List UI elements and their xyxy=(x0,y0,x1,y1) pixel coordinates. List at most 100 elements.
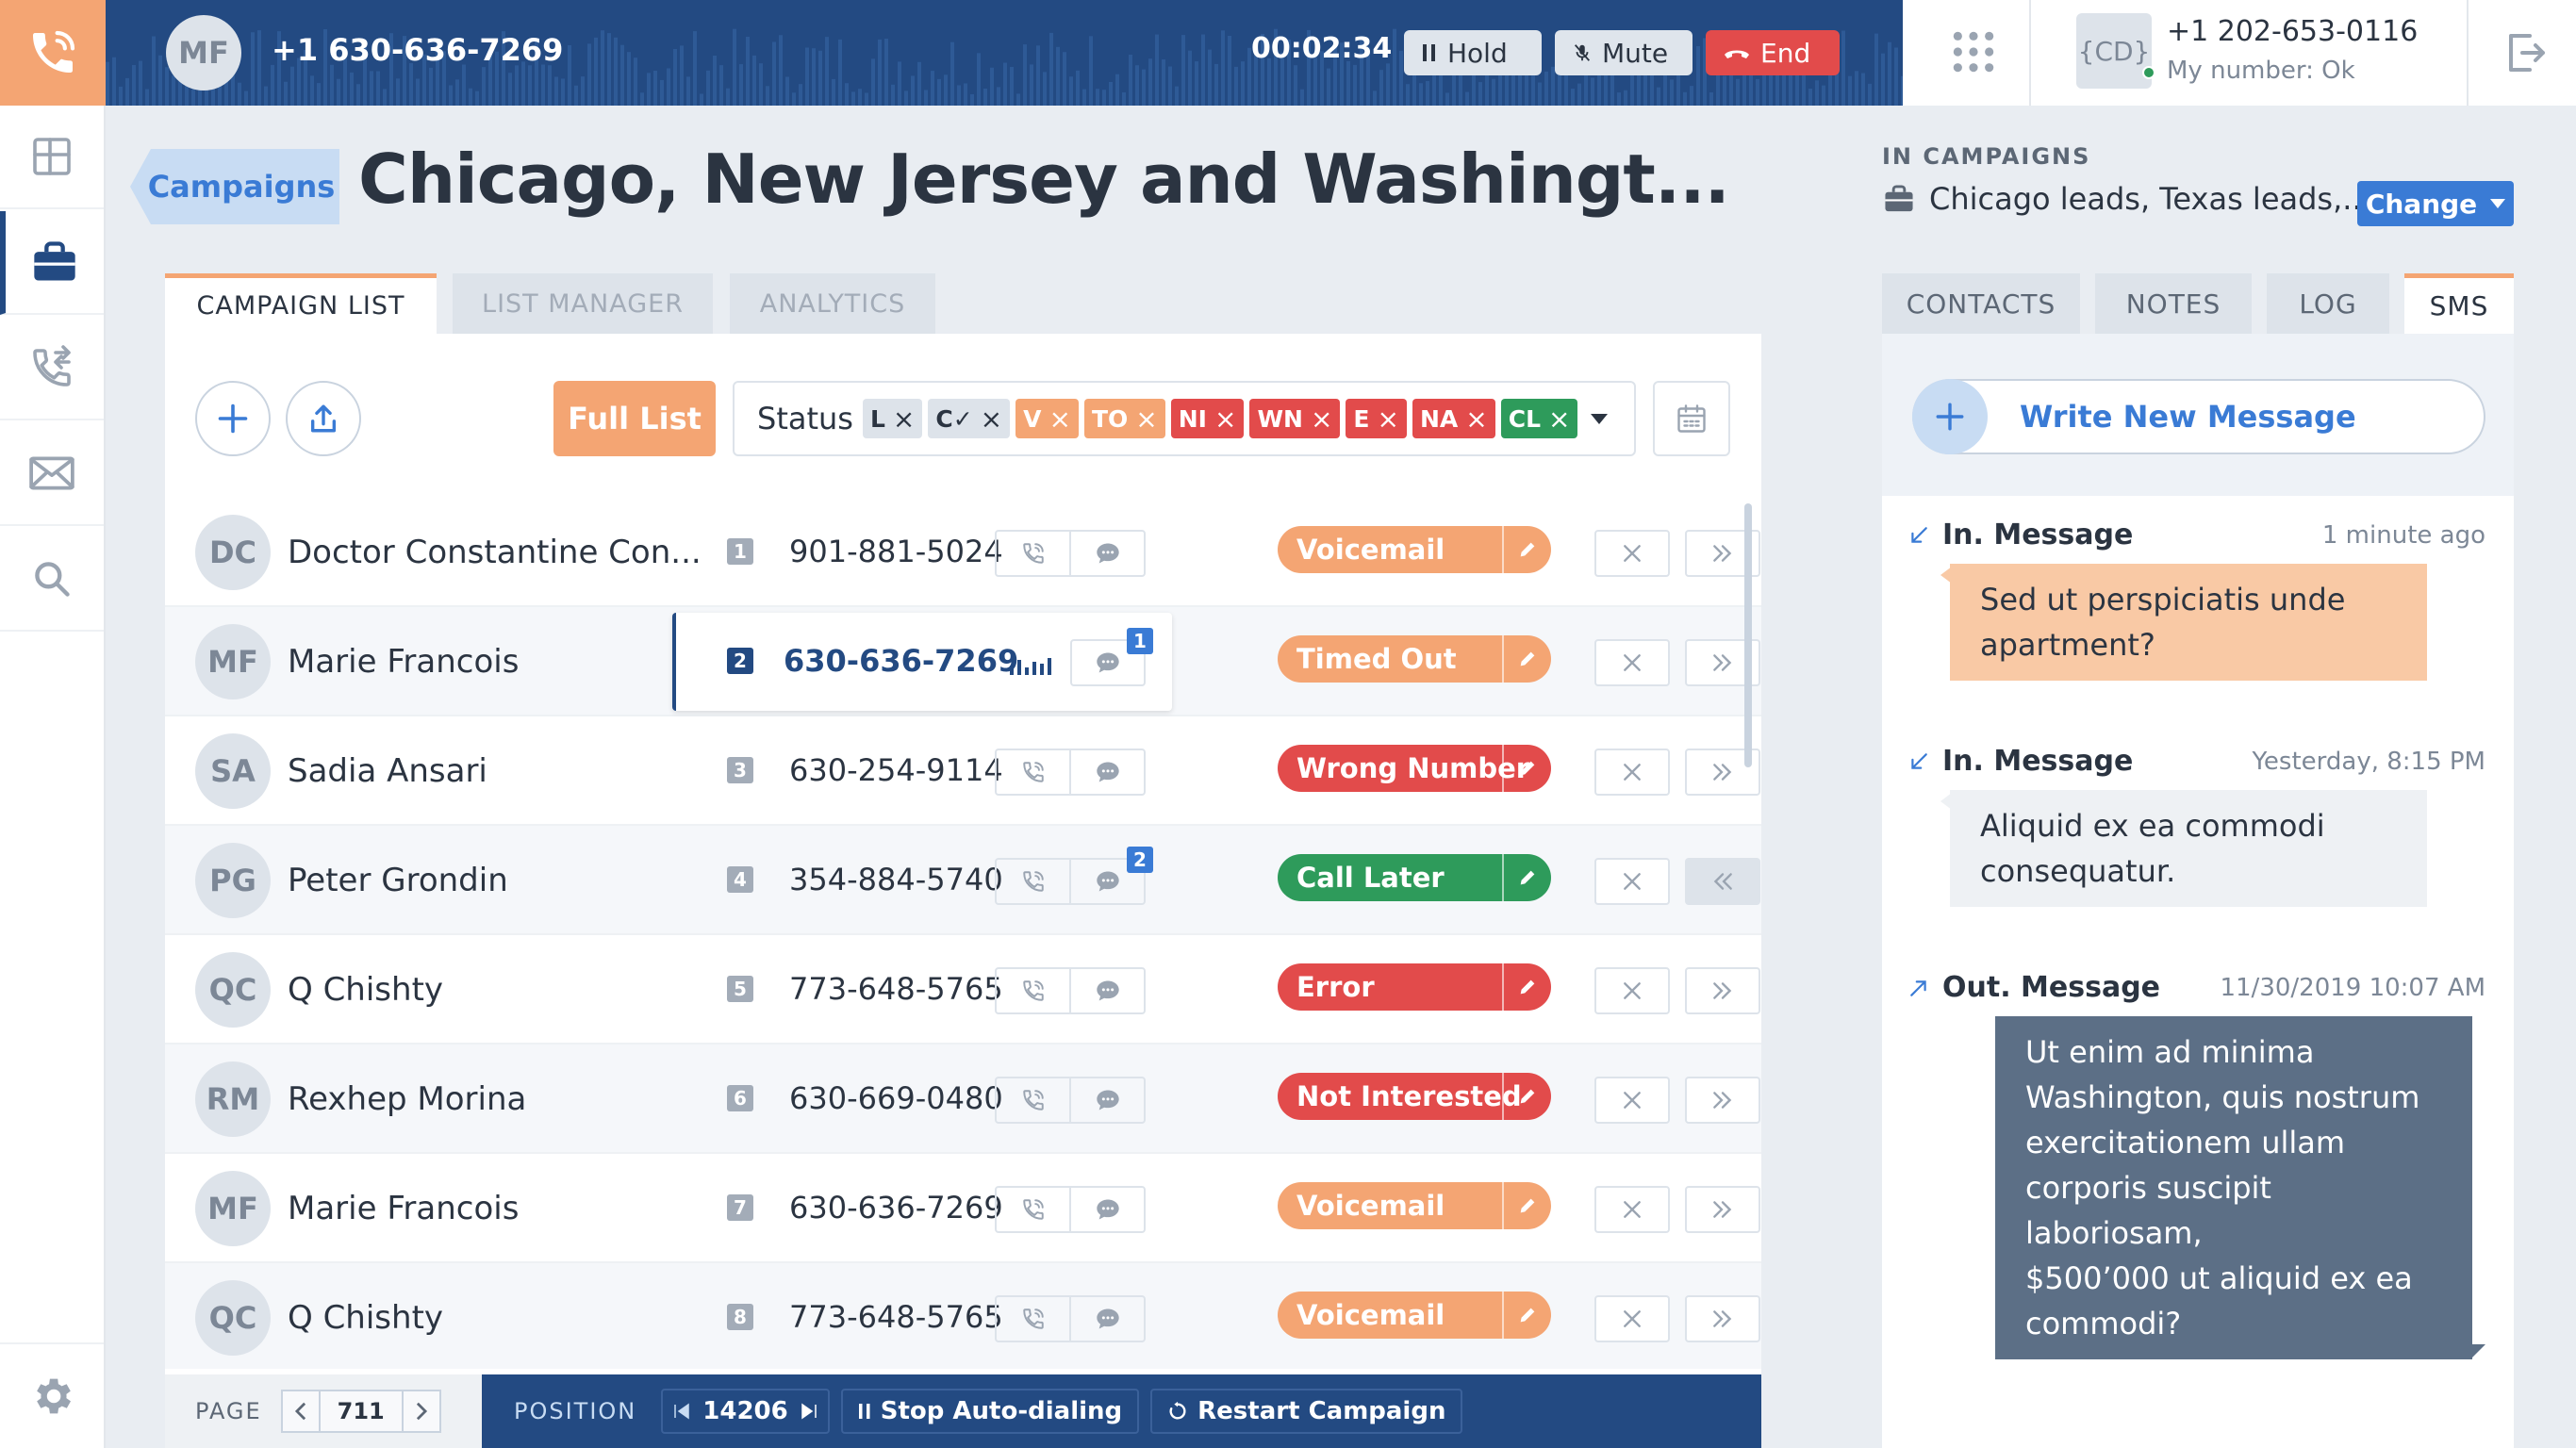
contact-phone[interactable]: 773-648-5765 xyxy=(789,1299,1003,1335)
table-row[interactable]: MF Marie Francois 2 630-636-7269 1 Timed Out xyxy=(165,607,1761,716)
status-chip[interactable]: NA × xyxy=(1412,399,1495,438)
move-back-button[interactable] xyxy=(1685,858,1760,905)
status-chip[interactable]: E × xyxy=(1346,399,1407,438)
edit-pencil-icon[interactable] xyxy=(1502,745,1551,792)
phone-app-icon[interactable] xyxy=(0,0,106,106)
tab-log[interactable]: LOG xyxy=(2267,273,2389,334)
dashboard-icon[interactable] xyxy=(0,106,104,209)
table-row[interactable]: DC Doctor Constantine Con... 1 901-881-5024… xyxy=(165,498,1761,607)
call-icon[interactable] xyxy=(997,532,1069,575)
chevron-down-icon[interactable] xyxy=(1591,413,1609,424)
mail-icon[interactable] xyxy=(0,422,104,526)
remove-chip-icon[interactable]: × xyxy=(1135,403,1157,435)
prev-page-button[interactable] xyxy=(283,1391,321,1431)
contact-name[interactable]: Doctor Constantine Con... xyxy=(288,534,702,571)
contact-name[interactable]: Marie Francois xyxy=(288,643,519,681)
chat-icon[interactable] xyxy=(1069,969,1144,1012)
remove-row-button[interactable] xyxy=(1594,749,1670,796)
chat-icon[interactable] xyxy=(1069,750,1144,794)
status-chip[interactable]: WN × xyxy=(1249,399,1341,438)
breadcrumb-campaigns[interactable]: Campaigns xyxy=(130,149,339,224)
restart-campaign-button[interactable]: Restart Campaign xyxy=(1150,1389,1463,1434)
status-pill[interactable]: Voicemail xyxy=(1278,526,1551,573)
contact-phone[interactable]: 773-648-5765 xyxy=(789,971,1003,1007)
status-pill[interactable]: Not Interested xyxy=(1278,1073,1551,1120)
contact-phone[interactable]: 630-254-9114 xyxy=(789,752,1003,788)
call-icon[interactable] xyxy=(997,750,1069,794)
add-contact-button[interactable] xyxy=(195,381,271,456)
status-pill[interactable]: Voicemail xyxy=(1278,1182,1551,1229)
contact-name[interactable]: Rexhep Morina xyxy=(288,1080,526,1118)
remove-chip-icon[interactable]: × xyxy=(1465,403,1487,435)
move-forward-button[interactable] xyxy=(1685,967,1760,1014)
status-chip[interactable]: C✓ × xyxy=(928,399,1011,438)
write-new-message-button[interactable]: Write New Message xyxy=(1912,379,2485,454)
remove-chip-icon[interactable]: × xyxy=(1311,403,1332,435)
stop-auto-dialing-button[interactable]: Stop Auto-dialing xyxy=(840,1389,1140,1434)
end-call-button[interactable]: End xyxy=(1706,30,1840,75)
edit-pencil-icon[interactable] xyxy=(1502,635,1551,683)
edit-pencil-icon[interactable] xyxy=(1502,526,1551,573)
call-icon[interactable] xyxy=(997,1078,1069,1122)
call-icon[interactable] xyxy=(997,1188,1069,1231)
contact-name[interactable]: Q Chishty xyxy=(288,971,443,1009)
status-pill[interactable]: Timed Out xyxy=(1278,635,1551,683)
move-forward-button[interactable] xyxy=(1685,1186,1760,1233)
contact-phone[interactable]: 354-884-5740 xyxy=(789,862,1003,897)
call-icon[interactable] xyxy=(997,860,1069,903)
status-pill[interactable]: Call Later xyxy=(1278,854,1551,901)
next-page-button[interactable] xyxy=(401,1391,439,1431)
call-transfer-icon[interactable] xyxy=(0,317,104,420)
campaigns-icon[interactable] xyxy=(0,211,104,315)
settings-gear-icon[interactable] xyxy=(0,1342,104,1448)
mute-button[interactable]: Mute xyxy=(1555,30,1693,75)
status-filter[interactable]: Status L × C✓ × V × TO × NI × WN × E × NA × CL × xyxy=(733,381,1636,456)
chat-icon[interactable] xyxy=(1069,532,1144,575)
position-value[interactable]: 14206 xyxy=(702,1397,787,1425)
remove-row-button[interactable] xyxy=(1594,1186,1670,1233)
status-pill[interactable]: Error xyxy=(1278,963,1551,1011)
remove-row-button[interactable] xyxy=(1594,530,1670,577)
status-chip[interactable]: NI × xyxy=(1170,399,1245,438)
skip-first-icon[interactable] xyxy=(672,1402,691,1421)
search-icon[interactable] xyxy=(0,528,104,632)
status-chip[interactable]: V × xyxy=(1016,399,1079,438)
chat-icon[interactable] xyxy=(1069,1078,1144,1122)
tab-analytics[interactable]: ANALYTICS xyxy=(730,273,935,334)
upload-button[interactable] xyxy=(286,381,361,456)
table-row[interactable]: PG Peter Grondin 4 354-884-5740 2 Call Later xyxy=(165,826,1761,935)
hold-button[interactable]: Hold xyxy=(1404,30,1542,75)
tab-sms[interactable]: SMS xyxy=(2404,273,2514,334)
tab-list-manager[interactable]: LIST MANAGER xyxy=(453,273,713,334)
chat-icon[interactable] xyxy=(1069,1297,1144,1341)
change-campaign-button[interactable]: Change xyxy=(2357,181,2514,226)
remove-chip-icon[interactable]: × xyxy=(1548,403,1570,435)
status-pill[interactable]: Voicemail xyxy=(1278,1292,1551,1339)
remove-chip-icon[interactable]: × xyxy=(981,403,1002,435)
edit-pencil-icon[interactable] xyxy=(1502,963,1551,1011)
contact-phone[interactable]: 630-669-0480 xyxy=(789,1080,1003,1116)
contact-phone[interactable]: 630-636-7269 xyxy=(784,643,1018,679)
contact-name[interactable]: Marie Francois xyxy=(288,1190,519,1227)
table-row[interactable]: QC Q Chishty 8 773-648-5765 Voicemail xyxy=(165,1263,1761,1369)
remove-chip-icon[interactable]: × xyxy=(1378,403,1399,435)
contact-name[interactable]: Sadia Ansari xyxy=(288,752,487,790)
call-icon[interactable] xyxy=(997,1297,1069,1341)
remove-row-button[interactable] xyxy=(1594,1077,1670,1124)
full-list-button[interactable]: Full List xyxy=(553,381,716,456)
remove-row-button[interactable] xyxy=(1594,639,1670,686)
table-row[interactable]: SA Sadia Ansari 3 630-254-9114 Wrong Number xyxy=(165,716,1761,826)
remove-chip-icon[interactable]: × xyxy=(1049,403,1071,435)
dialpad-icon[interactable] xyxy=(1950,28,1997,75)
skip-last-icon[interactable] xyxy=(800,1402,818,1421)
call-icon[interactable] xyxy=(997,969,1069,1012)
tab-notes[interactable]: NOTES xyxy=(2095,273,2252,334)
page-number[interactable]: 711 xyxy=(321,1391,402,1431)
chat-icon[interactable] xyxy=(1069,1188,1144,1231)
table-scrollbar[interactable] xyxy=(1744,503,1752,767)
edit-pencil-icon[interactable] xyxy=(1502,1073,1551,1120)
calendar-button[interactable] xyxy=(1653,381,1730,456)
status-chip[interactable]: CL × xyxy=(1500,399,1578,438)
status-chip[interactable]: TO × xyxy=(1083,399,1165,438)
tab-campaign-list[interactable]: CAMPAIGN LIST xyxy=(165,273,437,334)
